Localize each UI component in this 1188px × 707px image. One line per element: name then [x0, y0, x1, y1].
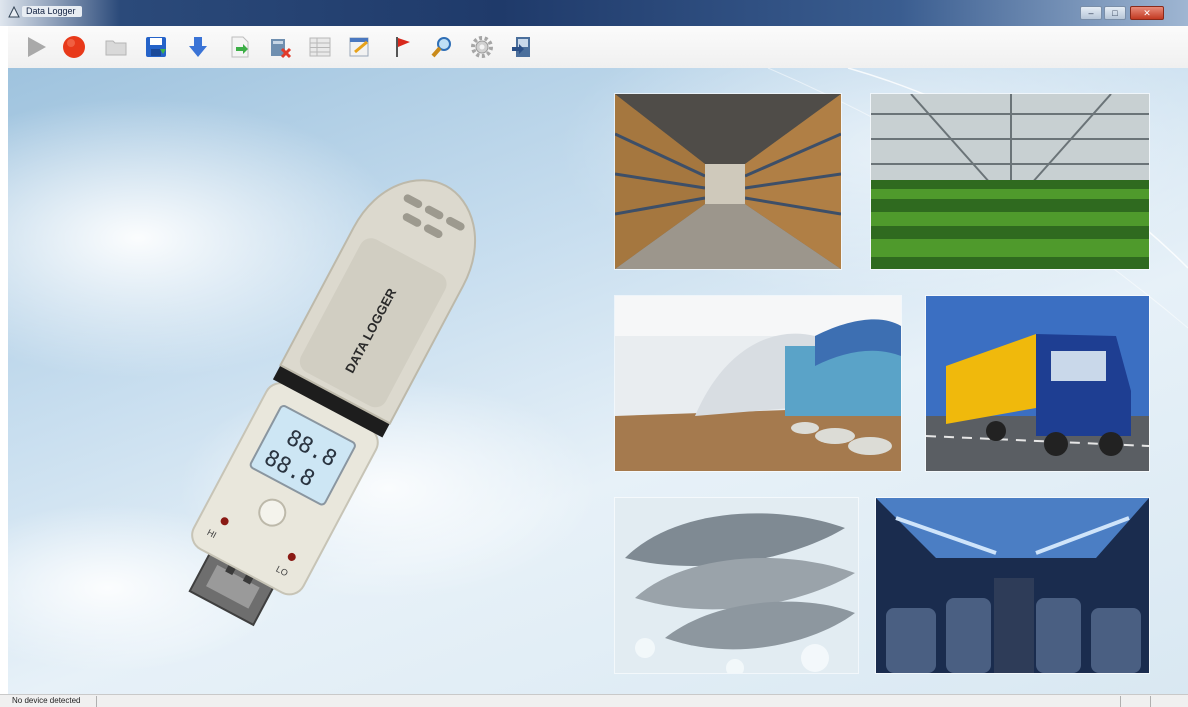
status-bar: No device detected: [0, 694, 1188, 707]
open-folder-icon: [105, 40, 127, 56]
stop-button[interactable]: [60, 33, 88, 61]
save-icon: [146, 37, 166, 57]
flag-button[interactable]: [388, 33, 416, 61]
fish-photo: [615, 498, 858, 673]
minimize-button[interactable]: –: [1080, 6, 1102, 20]
export-icon: [231, 36, 249, 58]
status-text: No device detected: [12, 696, 81, 705]
title-bar: Data Logger – □ ✕: [0, 0, 1188, 26]
settings-button[interactable]: [468, 33, 496, 61]
settings-gear-icon: [471, 36, 493, 58]
magnifier-icon: [431, 37, 451, 58]
interior-photo: [615, 296, 901, 471]
data-logger-device: 88.8 88.8 HI LO DATA LOGGER: [188, 179, 477, 627]
close-button[interactable]: ✕: [1130, 6, 1164, 20]
truck-photo: [926, 296, 1149, 471]
status-separator: [96, 696, 97, 707]
export-button[interactable]: [226, 33, 254, 61]
close-icon: ✕: [1143, 8, 1151, 18]
exit-icon: [512, 37, 530, 57]
download-arrow-icon: [189, 37, 207, 57]
download-button[interactable]: [184, 33, 212, 61]
status-separator: [1120, 696, 1121, 707]
maximize-button[interactable]: □: [1104, 6, 1126, 20]
exit-button[interactable]: [508, 33, 536, 61]
warehouse-photo: [615, 94, 841, 269]
status-separator: [1150, 696, 1151, 707]
stop-icon: [63, 36, 85, 58]
start-button[interactable]: [22, 33, 50, 61]
delete-data-icon: [271, 39, 292, 59]
flag-icon: [396, 37, 410, 57]
window-title: Data Logger: [22, 6, 82, 17]
chart-edit-button[interactable]: [346, 33, 374, 61]
main-panel: 88.8 88.8 HI LO DATA LOGGER: [8, 68, 1188, 694]
toolbar: [8, 26, 1188, 69]
chart-edit-icon: [349, 37, 369, 57]
save-button[interactable]: [142, 33, 170, 61]
airplane-cabin-photo: [876, 498, 1149, 673]
app-icon: [8, 6, 20, 18]
search-button[interactable]: [428, 33, 456, 61]
table-button[interactable]: [306, 33, 334, 61]
table-icon: [309, 37, 331, 57]
greenhouse-photo: [871, 94, 1149, 269]
minimize-icon: –: [1088, 8, 1094, 18]
maximize-icon: □: [1112, 8, 1118, 18]
delete-data-button[interactable]: [266, 33, 294, 61]
open-button[interactable]: [102, 33, 130, 61]
play-icon: [28, 37, 46, 57]
